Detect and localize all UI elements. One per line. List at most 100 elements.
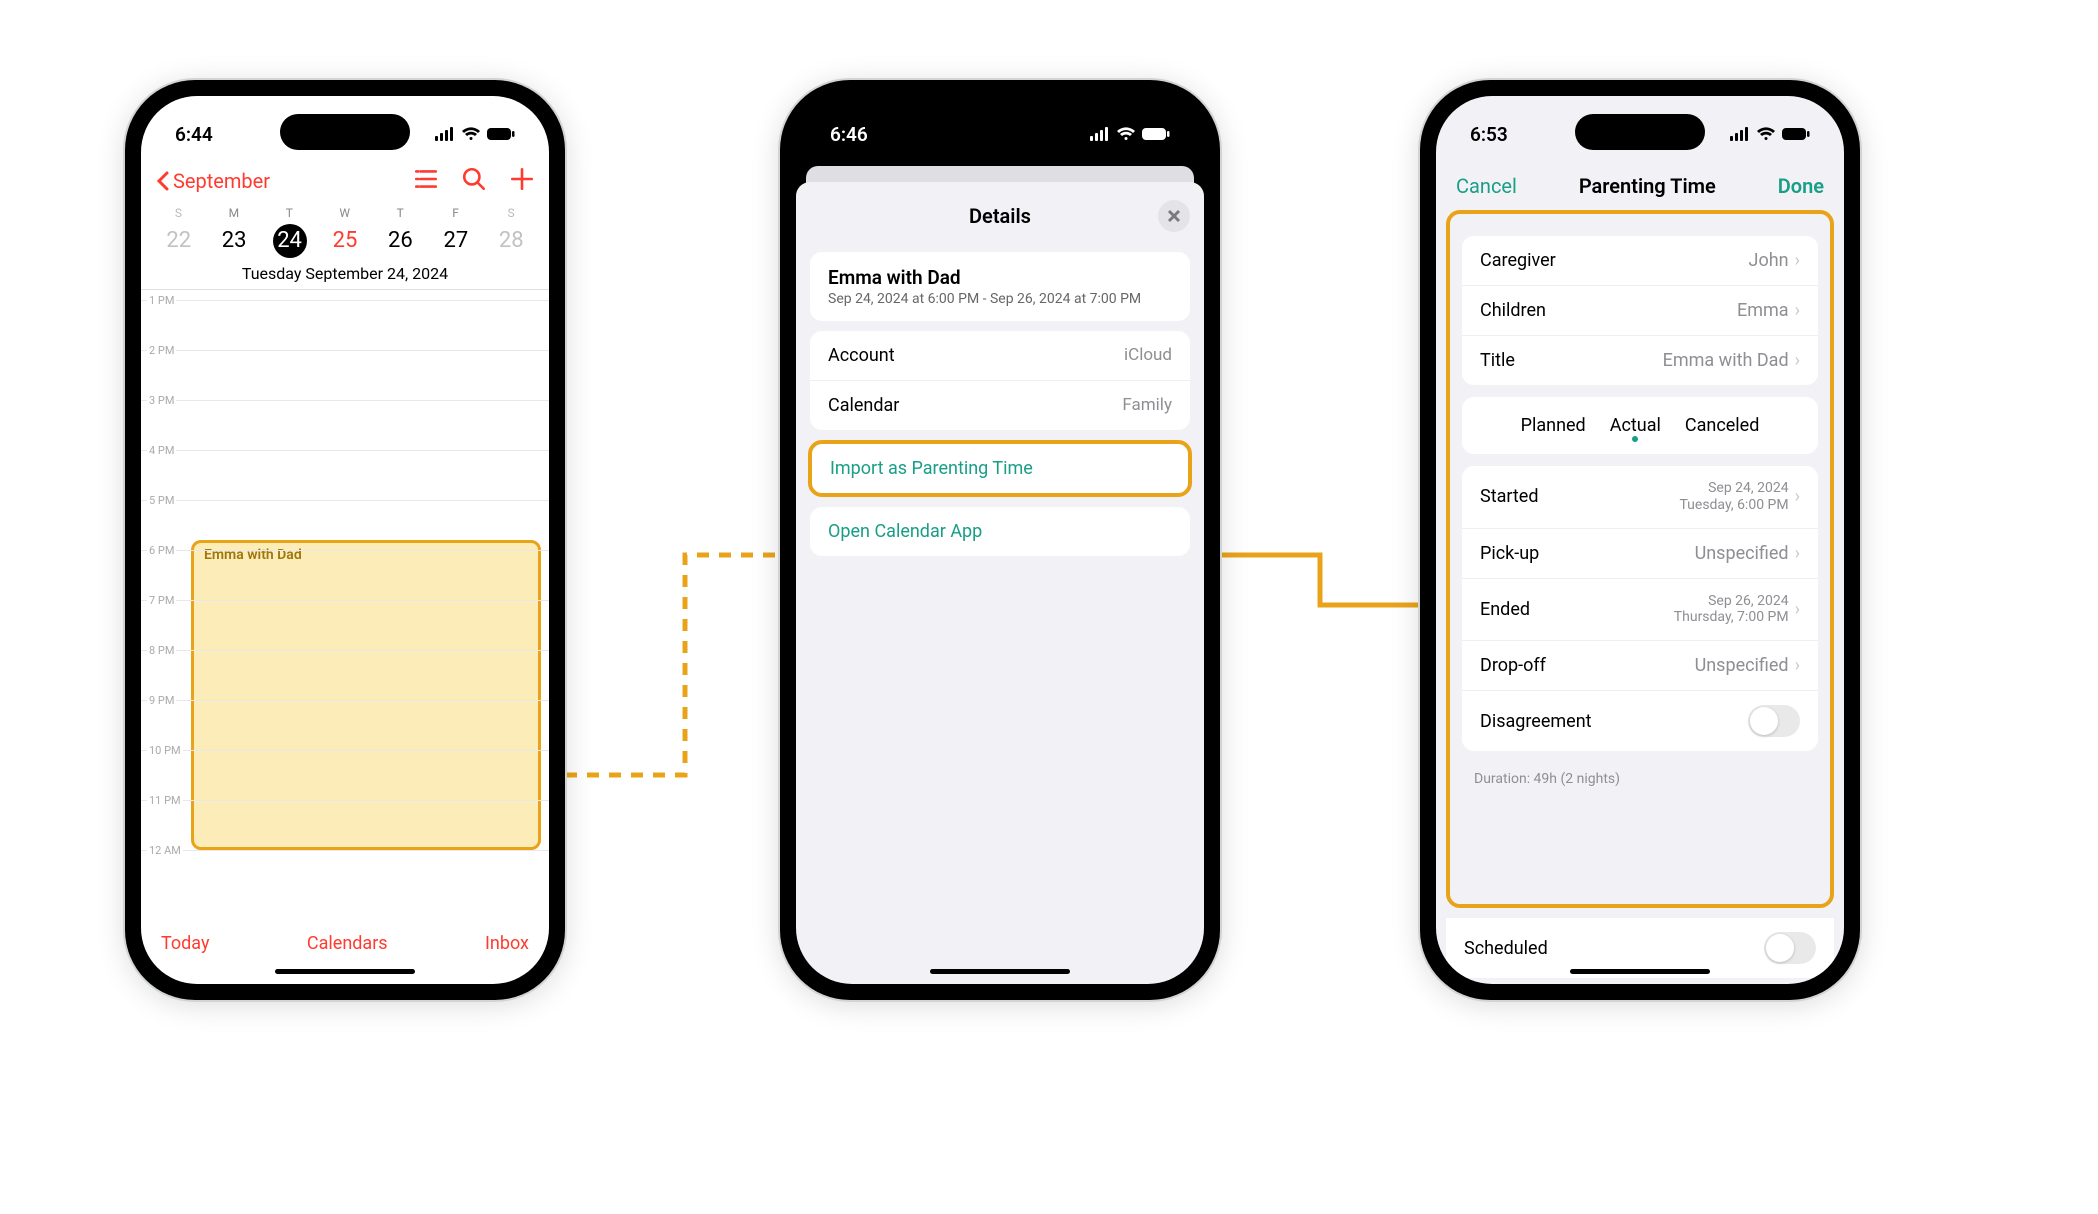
day-cell[interactable]: 23 xyxy=(206,224,261,258)
children-label: Children xyxy=(1480,300,1546,321)
hour-row: 9 PM xyxy=(141,700,549,750)
calendar-row: Calendar Family xyxy=(810,380,1190,430)
status-segmented-control[interactable]: Planned Actual Canceled xyxy=(1462,397,1818,454)
pickup-row[interactable]: Pick-up Unspecified› xyxy=(1462,528,1818,578)
close-button[interactable] xyxy=(1158,200,1190,232)
calendar-value: Family xyxy=(1122,395,1172,416)
day-cell[interactable]: 25 xyxy=(317,224,372,258)
status-indicators xyxy=(1090,127,1170,141)
title-value: Emma with Dad xyxy=(1663,350,1789,371)
day-number: 22 xyxy=(162,224,196,258)
status-time: 6:46 xyxy=(830,123,868,146)
disagreement-toggle[interactable] xyxy=(1748,705,1800,737)
hour-label: 2 PM xyxy=(147,344,176,357)
scheduled-label: Scheduled xyxy=(1464,938,1548,959)
import-parenting-time-button[interactable]: Import as Parenting Time xyxy=(812,444,1188,493)
disagreement-row: Disagreement xyxy=(1462,690,1818,751)
day-number: 28 xyxy=(494,224,528,258)
segment-planned[interactable]: Planned xyxy=(1521,415,1586,436)
disagreement-label: Disagreement xyxy=(1480,711,1592,732)
started-row[interactable]: Started Sep 24, 2024 Tuesday, 6:00 PM › xyxy=(1462,466,1818,528)
hour-row: 6 PM xyxy=(141,550,549,600)
dropoff-row[interactable]: Drop-off Unspecified› xyxy=(1462,640,1818,690)
cellular-icon xyxy=(1090,127,1110,141)
day-cell[interactable]: 27 xyxy=(428,224,483,258)
ended-date: Sep 26, 2024 xyxy=(1674,593,1789,610)
hour-row: 5 PM xyxy=(141,500,549,550)
import-label: Import as Parenting Time xyxy=(830,458,1033,479)
hour-label: 9 PM xyxy=(147,694,176,707)
done-button[interactable]: Done xyxy=(1778,174,1824,198)
chevron-right-icon: › xyxy=(1795,486,1800,507)
duration-note: Duration: 49h (2 nights) xyxy=(1452,763,1828,795)
day-number: 23 xyxy=(217,224,251,258)
event-time-range: Sep 24, 2024 at 6:00 PM - Sep 26, 2024 a… xyxy=(828,291,1172,307)
day-cell[interactable]: 22 xyxy=(151,224,206,258)
pickup-value: Unspecified xyxy=(1695,543,1789,564)
list-view-button[interactable] xyxy=(413,166,439,196)
day-cell[interactable]: 28 xyxy=(484,224,539,258)
close-icon xyxy=(1167,209,1181,223)
title-label: Title xyxy=(1480,350,1515,371)
hour-label: 11 PM xyxy=(147,794,183,807)
back-label: September xyxy=(173,169,270,193)
chevron-right-icon: › xyxy=(1795,350,1800,371)
cellular-icon xyxy=(435,127,455,141)
event-title: Emma with Dad xyxy=(828,266,1172,289)
hour-row: 12 AM xyxy=(141,850,549,900)
ended-label: Ended xyxy=(1480,599,1530,620)
segment-canceled[interactable]: Canceled xyxy=(1685,415,1760,436)
search-icon xyxy=(461,166,487,192)
account-label: Account xyxy=(828,345,895,366)
home-indicator[interactable] xyxy=(275,969,415,974)
week-header: SMTWTFS xyxy=(141,206,549,220)
children-row[interactable]: Children Emma › xyxy=(1462,285,1818,335)
home-indicator[interactable] xyxy=(930,969,1070,974)
account-row: Account iCloud xyxy=(810,331,1190,380)
status-indicators xyxy=(1730,127,1810,141)
open-calendar-app-button[interactable]: Open Calendar App xyxy=(810,507,1190,556)
caregiver-row[interactable]: Caregiver John› xyxy=(1462,236,1818,285)
chevron-right-icon: › xyxy=(1795,543,1800,564)
scheduled-toggle[interactable] xyxy=(1764,932,1816,964)
account-value: iCloud xyxy=(1124,345,1172,366)
dynamic-island xyxy=(1575,114,1705,150)
calendars-button[interactable]: Calendars xyxy=(307,933,388,954)
hour-label: 3 PM xyxy=(147,394,176,407)
hour-label: 4 PM xyxy=(147,444,176,457)
home-indicator[interactable] xyxy=(1570,969,1710,974)
dynamic-island xyxy=(935,114,1065,150)
day-number: 26 xyxy=(383,224,417,258)
hour-label: 8 PM xyxy=(147,644,176,657)
status-time: 6:44 xyxy=(175,123,213,146)
details-sheet: Details Emma with Dad Sep 24, 2024 at 6:… xyxy=(796,182,1204,984)
cancel-button[interactable]: Cancel xyxy=(1456,174,1517,198)
weekday-label: W xyxy=(317,206,372,220)
back-button[interactable]: September xyxy=(155,169,270,193)
day-timeline[interactable]: Emma with Dad 1 PM2 PM3 PM4 PM5 PM6 PM7 … xyxy=(141,289,549,919)
children-value: Emma xyxy=(1737,300,1789,321)
today-button[interactable]: Today xyxy=(161,933,209,954)
hour-label: 6 PM xyxy=(147,544,176,557)
list-icon xyxy=(413,166,439,192)
title-row[interactable]: Title Emma with Dad › xyxy=(1462,335,1818,385)
open-calendar-label: Open Calendar App xyxy=(828,521,982,542)
inbox-button[interactable]: Inbox xyxy=(485,933,529,954)
hour-row: 7 PM xyxy=(141,600,549,650)
hour-label: 10 PM xyxy=(147,744,183,757)
hour-label: 7 PM xyxy=(147,594,176,607)
wifi-icon xyxy=(1116,127,1136,141)
chevron-right-icon: › xyxy=(1795,300,1800,321)
weekday-label: F xyxy=(428,206,483,220)
ended-row[interactable]: Ended Sep 26, 2024 Thursday, 7:00 PM › xyxy=(1462,578,1818,641)
day-cell[interactable]: 24 xyxy=(262,224,317,258)
segment-actual[interactable]: Actual xyxy=(1610,415,1661,436)
chevron-right-icon: › xyxy=(1795,655,1800,676)
status-time: 6:53 xyxy=(1470,123,1508,146)
hour-row: 10 PM xyxy=(141,750,549,800)
weekday-label: S xyxy=(484,206,539,220)
day-cell[interactable]: 26 xyxy=(373,224,428,258)
add-event-button[interactable] xyxy=(509,166,535,196)
search-button[interactable] xyxy=(461,166,487,196)
started-label: Started xyxy=(1480,486,1539,507)
